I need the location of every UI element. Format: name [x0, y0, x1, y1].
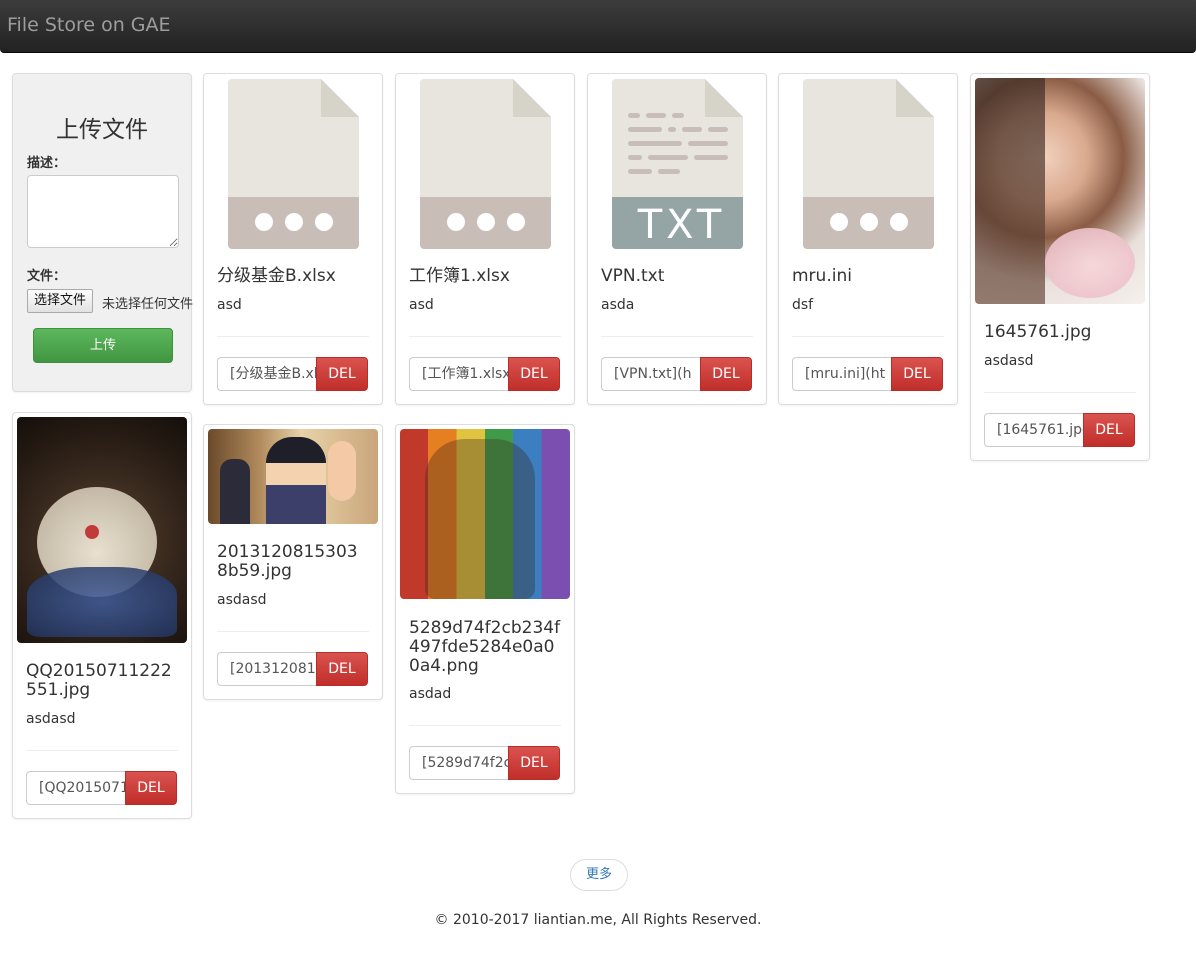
anime-screenshot[interactable] [208, 429, 378, 524]
divider [984, 392, 1136, 393]
delete-button[interactable]: DEL [891, 357, 943, 391]
delete-button[interactable]: DEL [316, 652, 368, 686]
file-name: 分级基金B.xlsx [217, 266, 336, 286]
brand-title[interactable]: File Store on GAE [7, 14, 171, 36]
portrait-photo[interactable] [975, 78, 1145, 304]
delete-button[interactable]: DEL [508, 357, 560, 391]
file-name: 1645761.jpg [984, 322, 1092, 342]
delete-button[interactable]: DEL [125, 771, 177, 805]
file-name: 20131208153038b59.jpg [217, 542, 358, 581]
file-name: 工作簿1.xlsx [409, 266, 510, 286]
choose-file-button[interactable]: 选择文件 [27, 289, 94, 313]
file-card: 工作簿1.xlsx asd [工作簿1.xlsx] DEL [395, 73, 575, 405]
load-more-button[interactable]: 更多 [570, 859, 628, 891]
file-description: asd [217, 297, 242, 313]
file-card: TXT VPN.txt asda [VPN.txt](h DEL [587, 73, 767, 405]
navbar: File Store on GAE [0, 0, 1196, 53]
file-card: 5289d74f2cb234f497fde5284e0a00a4.png asd… [395, 424, 575, 794]
file-description: asdasd [984, 353, 1034, 369]
file-description: asd [409, 297, 434, 313]
rainbow-anime-image[interactable] [400, 429, 570, 599]
divider [26, 750, 178, 751]
markdown-link-field[interactable]: [5289d74f2cb234f497fde5284e0a00a4.png] [409, 746, 509, 780]
plush-toy-photo[interactable] [17, 417, 187, 643]
markdown-link-field[interactable]: [1645761.jpg] [984, 413, 1084, 447]
file-card: 20131208153038b59.jpg asdasd [2013120815… [203, 424, 383, 700]
file-description: asdad [409, 686, 452, 702]
file-card: mru.ini dsf [mru.ini](ht DEL [778, 73, 958, 405]
markdown-link-field[interactable]: [VPN.txt](h [601, 357, 701, 391]
upload-panel: 上传文件 描述： 文件： 选择文件 未选择任何文件 上传 [12, 73, 194, 392]
description-field[interactable] [27, 175, 179, 248]
delete-button[interactable]: DEL [316, 357, 368, 391]
upload-heading: 上传文件 [56, 117, 148, 143]
divider [217, 336, 369, 337]
divider [792, 336, 944, 337]
delete-button[interactable]: DEL [700, 357, 752, 391]
file-name: 5289d74f2cb234f497fde5284e0a00a4.png [409, 618, 561, 676]
divider [601, 336, 753, 337]
file-card: 分级基金B.xlsx asd [分级基金B.xlsx] DEL [203, 73, 383, 405]
upload-button[interactable]: 上传 [33, 328, 173, 363]
footer-copyright: © 2010-2017 liantian.me, All Rights Rese… [434, 912, 762, 928]
txt-icon-label: TXT [637, 202, 726, 248]
description-label: 描述： [27, 156, 67, 171]
generic-file-icon[interactable] [420, 79, 551, 249]
divider [409, 725, 561, 726]
generic-file-icon[interactable] [803, 79, 934, 249]
delete-button[interactable]: DEL [508, 746, 560, 780]
markdown-link-field[interactable]: [工作簿1.xlsx] [409, 357, 509, 391]
markdown-link-field[interactable]: [mru.ini](ht [792, 357, 892, 391]
generic-file-icon[interactable] [228, 79, 359, 249]
markdown-link-field[interactable]: [分级基金B.xlsx] [217, 357, 317, 391]
file-label: 文件： [27, 269, 67, 284]
file-description: dsf [792, 297, 814, 313]
file-description: asdasd [26, 711, 76, 727]
file-card: 1645761.jpg asdasd [1645761.jpg] DEL [970, 73, 1150, 461]
markdown-link-field[interactable]: [QQ20150711222551.jpg] [26, 771, 126, 805]
file-description: asda [601, 297, 635, 313]
delete-button[interactable]: DEL [1083, 413, 1135, 447]
divider [409, 336, 561, 337]
markdown-link-field[interactable]: [20131208153038b59.jpg] [217, 652, 317, 686]
no-file-text: 未选择任何文件 [102, 297, 194, 312]
divider [217, 631, 369, 632]
file-name: VPN.txt [601, 266, 665, 286]
file-description: asdasd [217, 592, 267, 608]
file-card: QQ20150711222551.jpg asdasd [QQ201507112… [12, 412, 192, 819]
file-name: QQ20150711222551.jpg [26, 661, 172, 700]
file-name: mru.ini [792, 266, 852, 286]
